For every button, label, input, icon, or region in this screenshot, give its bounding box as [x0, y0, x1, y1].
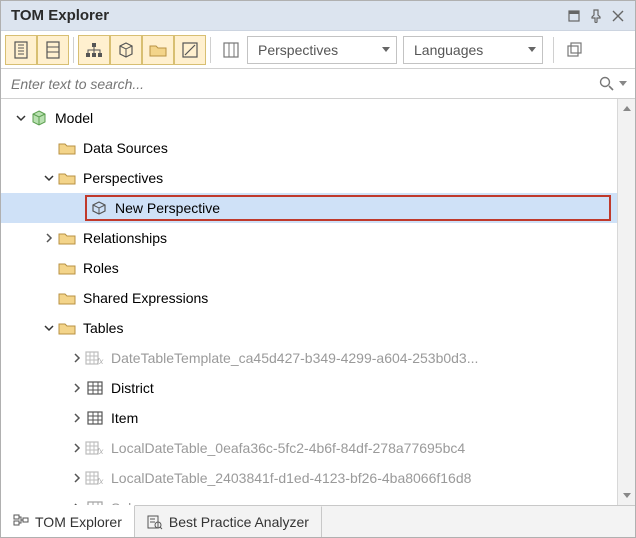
tree-item[interactable]: fx LocalDateTable_2403841f-d1ed-4123-bf26… — [1, 463, 617, 493]
perspective-icon — [89, 198, 109, 218]
tree-item-label: LocalDateTable_0eafa36c-5fc2-4b6f-84df-2… — [111, 440, 465, 456]
languages-dropdown[interactable]: Languages — [403, 36, 543, 64]
model-icon — [29, 108, 49, 128]
folder-icon — [57, 228, 77, 248]
scroll-up-arrow[interactable] — [618, 99, 635, 117]
titlebar: TOM Explorer — [1, 1, 635, 31]
selection-highlight: New Perspective — [85, 195, 611, 221]
toolbar-columns-icon[interactable] — [215, 35, 247, 65]
tree-item-label: Perspectives — [83, 170, 163, 186]
tree-item[interactable]: Data Sources — [1, 133, 617, 163]
tree-item-label: Data Sources — [83, 140, 168, 156]
toolbar: Perspectives Languages — [1, 31, 635, 69]
tree-item-label: District — [111, 380, 154, 396]
table-icon — [85, 378, 105, 398]
folder-icon — [57, 258, 77, 278]
tree-item[interactable]: fx LocalDateTable_0eafa36c-5fc2-4b6f-84df… — [1, 433, 617, 463]
bottom-tab-strip: TOM Explorer Best Practice Analyzer — [1, 505, 635, 537]
chevron-right-icon[interactable] — [69, 443, 85, 453]
toolbar-hierarchy-icon[interactable] — [78, 35, 110, 65]
folder-icon — [57, 138, 77, 158]
tree-item[interactable]: Tables — [1, 313, 617, 343]
toolbar-cube-icon[interactable] — [110, 35, 142, 65]
toolbar-folder-icon[interactable] — [142, 35, 174, 65]
perspectives-dropdown[interactable]: Perspectives — [247, 36, 397, 64]
table-fx-icon: fx — [85, 438, 105, 458]
tab-tom-explorer[interactable]: TOM Explorer — [1, 505, 135, 537]
chevron-right-icon[interactable] — [41, 233, 57, 243]
table-icon — [85, 498, 105, 505]
search-dropdown-icon[interactable] — [619, 81, 627, 87]
tree-container: Model Data Sources Perspectives New Perspec… — [1, 99, 635, 505]
scroll-down-arrow[interactable] — [618, 487, 635, 505]
search-input[interactable] — [9, 75, 599, 93]
folder-icon — [57, 318, 77, 338]
tree-item-label: Item — [111, 410, 138, 426]
tree-item-label: Roles — [83, 260, 119, 276]
folder-icon — [57, 288, 77, 308]
svg-text:fx: fx — [97, 447, 104, 455]
chevron-right-icon[interactable] — [69, 473, 85, 483]
tree-item-label: Tables — [83, 320, 123, 336]
toolbar-btn-2[interactable] — [37, 35, 69, 65]
toolbar-separator — [210, 37, 211, 63]
tree-item-label: Relationships — [83, 230, 167, 246]
table-fx-icon: fx — [85, 348, 105, 368]
tab-label: Best Practice Analyzer — [169, 514, 309, 530]
chevron-down-icon — [382, 47, 390, 53]
toolbar-separator — [73, 37, 74, 63]
tree-item[interactable]: fx DateTableTemplate_ca45d427-b349-4299-a… — [1, 343, 617, 373]
chevron-right-icon[interactable] — [69, 413, 85, 423]
vertical-scrollbar[interactable] — [617, 99, 635, 505]
chevron-down-icon[interactable] — [41, 323, 57, 333]
chevron-right-icon[interactable] — [69, 383, 85, 393]
chevron-right-icon[interactable] — [69, 353, 85, 363]
svg-text:fx: fx — [97, 477, 104, 485]
close-icon[interactable] — [607, 5, 629, 27]
scroll-track[interactable] — [618, 117, 635, 487]
tree-item[interactable]: New Perspective — [1, 193, 617, 223]
table-fx-icon: fx — [85, 468, 105, 488]
toolbar-measure-icon[interactable] — [174, 35, 206, 65]
pin-icon[interactable] — [585, 5, 607, 27]
toolbar-btn-1[interactable] — [5, 35, 37, 65]
tree-item[interactable]: Item — [1, 403, 617, 433]
folder-icon — [57, 168, 77, 188]
tree-item-label: Shared Expressions — [83, 290, 208, 306]
tree-item-label: Model — [55, 110, 93, 126]
tree-item[interactable]: Shared Expressions — [1, 283, 617, 313]
table-icon — [85, 408, 105, 428]
svg-text:fx: fx — [97, 357, 104, 365]
toolbar-popout-icon[interactable] — [558, 35, 590, 65]
tree-item-label: New Perspective — [115, 200, 220, 216]
search-icon[interactable] — [599, 76, 615, 92]
toolbar-separator — [553, 37, 554, 63]
search-bar — [1, 69, 635, 99]
tree-item[interactable]: Model — [1, 103, 617, 133]
tree-icon — [13, 514, 29, 530]
tab-label: TOM Explorer — [35, 514, 122, 530]
chevron-down-icon[interactable] — [13, 113, 29, 123]
tree-item[interactable]: District — [1, 373, 617, 403]
tree-item-label: DateTableTemplate_ca45d427-b349-4299-a60… — [111, 350, 478, 366]
tree-view[interactable]: Model Data Sources Perspectives New Perspec… — [1, 99, 617, 505]
tree-item[interactable]: Roles — [1, 253, 617, 283]
window-position-icon[interactable] — [563, 5, 585, 27]
tree-item[interactable]: Perspectives — [1, 163, 617, 193]
analyzer-icon — [147, 514, 163, 530]
languages-dropdown-label: Languages — [414, 42, 483, 58]
tree-item-label: LocalDateTable_2403841f-d1ed-4123-bf26-4… — [111, 470, 471, 486]
chevron-down-icon — [528, 47, 536, 53]
perspectives-dropdown-label: Perspectives — [258, 42, 338, 58]
window-title: TOM Explorer — [11, 7, 563, 24]
chevron-down-icon[interactable] — [41, 173, 57, 183]
tree-item[interactable]: Sales — [1, 493, 617, 505]
tree-item[interactable]: Relationships — [1, 223, 617, 253]
tab-best-practice-analyzer[interactable]: Best Practice Analyzer — [135, 506, 322, 537]
